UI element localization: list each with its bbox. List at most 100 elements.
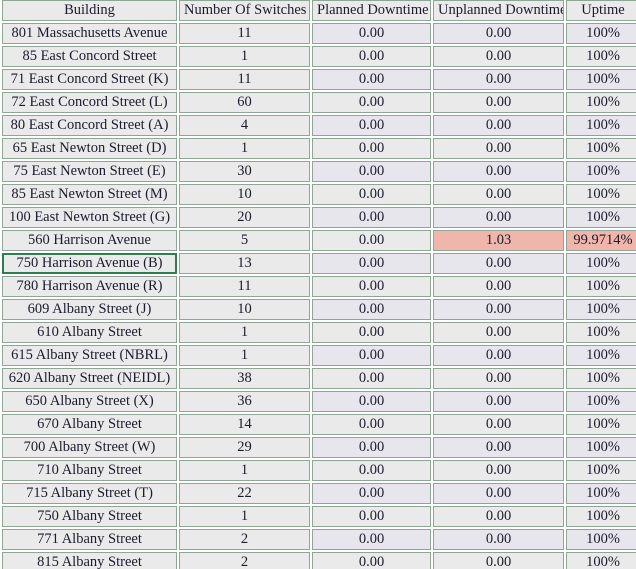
cell-unplanned[interactable]: 0.00 xyxy=(433,437,564,458)
cell-unplanned[interactable]: 0.00 xyxy=(433,253,564,274)
cell-building[interactable]: 609 Albany Street (J) xyxy=(2,299,177,320)
cell-switches[interactable]: 11 xyxy=(179,276,310,297)
cell-building[interactable]: 670 Albany Street xyxy=(2,414,177,435)
cell-building[interactable]: 71 East Concord Street (K) xyxy=(2,69,177,90)
cell-uptime[interactable]: 100% xyxy=(566,483,636,504)
cell-building[interactable]: 780 Harrison Avenue (R) xyxy=(2,276,177,297)
cell-switches[interactable]: 11 xyxy=(179,69,310,90)
cell-planned[interactable]: 0.00 xyxy=(312,276,431,297)
cell-building[interactable]: 560 Harrison Avenue xyxy=(2,230,177,251)
cell-switches[interactable]: 10 xyxy=(179,184,310,205)
cell-switches[interactable]: 30 xyxy=(179,161,310,182)
cell-unplanned[interactable]: 0.00 xyxy=(433,506,564,527)
cell-uptime[interactable]: 100% xyxy=(566,391,636,412)
column-header-building[interactable]: Building xyxy=(2,0,177,21)
table-row[interactable]: 65 East Newton Street (D) 1 0.00 0.00 100% xyxy=(2,138,636,159)
table-row[interactable]: 771 Albany Street 2 0.00 0.00 100% xyxy=(2,529,636,550)
table-row[interactable]: 780 Harrison Avenue (R) 11 0.00 0.00 100% xyxy=(2,276,636,297)
cell-building[interactable]: 85 East Newton Street (M) xyxy=(2,184,177,205)
cell-uptime-alert[interactable]: 99.9714% xyxy=(566,230,636,251)
cell-switches[interactable]: 1 xyxy=(179,138,310,159)
cell-uptime[interactable]: 100% xyxy=(566,299,636,320)
cell-planned[interactable]: 0.00 xyxy=(312,138,431,159)
cell-unplanned[interactable]: 0.00 xyxy=(433,115,564,136)
cell-building[interactable]: 72 East Concord Street (L) xyxy=(2,92,177,113)
cell-building[interactable]: 100 East Newton Street (G) xyxy=(2,207,177,228)
cell-unplanned[interactable]: 0.00 xyxy=(433,391,564,412)
cell-uptime[interactable]: 100% xyxy=(566,414,636,435)
cell-switches[interactable]: 60 xyxy=(179,92,310,113)
table-row[interactable]: 85 East Concord Street 1 0.00 0.00 100% xyxy=(2,46,636,67)
cell-planned[interactable]: 0.00 xyxy=(312,161,431,182)
table-row[interactable]: 670 Albany Street 14 0.00 0.00 100% xyxy=(2,414,636,435)
cell-building[interactable]: 65 East Newton Street (D) xyxy=(2,138,177,159)
cell-unplanned[interactable]: 0.00 xyxy=(433,483,564,504)
cell-switches[interactable]: 1 xyxy=(179,345,310,366)
cell-uptime[interactable]: 100% xyxy=(566,23,636,44)
cell-planned[interactable]: 0.00 xyxy=(312,92,431,113)
cell-switches[interactable]: 5 xyxy=(179,230,310,251)
cell-switches[interactable]: 1 xyxy=(179,46,310,67)
column-header-unplanned[interactable]: Unplanned Downtime xyxy=(433,0,564,21)
cell-unplanned[interactable]: 0.00 xyxy=(433,322,564,343)
cell-switches[interactable]: 1 xyxy=(179,460,310,481)
cell-building[interactable]: 710 Albany Street xyxy=(2,460,177,481)
cell-switches[interactable]: 20 xyxy=(179,207,310,228)
cell-planned[interactable]: 0.00 xyxy=(312,299,431,320)
cell-planned[interactable]: 0.00 xyxy=(312,483,431,504)
cell-uptime[interactable]: 100% xyxy=(566,276,636,297)
cell-building[interactable]: 750 Albany Street xyxy=(2,506,177,527)
cell-unplanned[interactable]: 0.00 xyxy=(433,368,564,389)
cell-building[interactable]: 615 Albany Street (NBRL) xyxy=(2,345,177,366)
table-row[interactable]: 100 East Newton Street (G) 20 0.00 0.00 100% xyxy=(2,207,636,228)
table-row[interactable]: 815 Albany Street 2 0.00 0.00 100% xyxy=(2,552,636,569)
table-row[interactable]: 85 East Newton Street (M) 10 0.00 0.00 100% xyxy=(2,184,636,205)
cell-switches[interactable]: 14 xyxy=(179,414,310,435)
cell-planned[interactable]: 0.00 xyxy=(312,322,431,343)
cell-uptime[interactable]: 100% xyxy=(566,552,636,569)
cell-planned[interactable]: 0.00 xyxy=(312,437,431,458)
cell-planned[interactable]: 0.00 xyxy=(312,414,431,435)
table-row[interactable]: 560 Harrison Avenue 5 0.00 1.03 99.9714% xyxy=(2,230,636,251)
cell-unplanned[interactable]: 0.00 xyxy=(433,23,564,44)
cell-planned[interactable]: 0.00 xyxy=(312,552,431,569)
cell-unplanned[interactable]: 0.00 xyxy=(433,529,564,550)
cell-switches[interactable]: 4 xyxy=(179,115,310,136)
table-row[interactable]: 610 Albany Street 1 0.00 0.00 100% xyxy=(2,322,636,343)
cell-building[interactable]: 620 Albany Street (NEIDL) xyxy=(2,368,177,389)
cell-uptime[interactable]: 100% xyxy=(566,368,636,389)
cell-uptime[interactable]: 100% xyxy=(566,138,636,159)
table-row[interactable]: 750 Albany Street 1 0.00 0.00 100% xyxy=(2,506,636,527)
table-row[interactable]: 75 East Newton Street (E) 30 0.00 0.00 100% xyxy=(2,161,636,182)
cell-unplanned[interactable]: 0.00 xyxy=(433,207,564,228)
cell-uptime[interactable]: 100% xyxy=(566,253,636,274)
table-row[interactable]: 72 East Concord Street (L) 60 0.00 0.00 100% xyxy=(2,92,636,113)
table-row[interactable]: 710 Albany Street 1 0.00 0.00 100% xyxy=(2,460,636,481)
cell-switches[interactable]: 22 xyxy=(179,483,310,504)
cell-building[interactable]: 85 East Concord Street xyxy=(2,46,177,67)
cell-unplanned[interactable]: 0.00 xyxy=(433,138,564,159)
cell-unplanned[interactable]: 0.00 xyxy=(433,276,564,297)
table-row[interactable]: 750 Harrison Avenue (B) 13 0.00 0.00 100% xyxy=(2,253,636,274)
table-row[interactable]: 715 Albany Street (T) 22 0.00 0.00 100% xyxy=(2,483,636,504)
cell-unplanned[interactable]: 0.00 xyxy=(433,552,564,569)
cell-building[interactable]: 610 Albany Street xyxy=(2,322,177,343)
cell-unplanned[interactable]: 0.00 xyxy=(433,46,564,67)
cell-planned[interactable]: 0.00 xyxy=(312,506,431,527)
table-row[interactable]: 700 Albany Street (W) 29 0.00 0.00 100% xyxy=(2,437,636,458)
table-row[interactable]: 71 East Concord Street (K) 11 0.00 0.00 100% xyxy=(2,69,636,90)
cell-planned[interactable]: 0.00 xyxy=(312,207,431,228)
cell-uptime[interactable]: 100% xyxy=(566,529,636,550)
cell-switches[interactable]: 1 xyxy=(179,322,310,343)
table-row[interactable]: 609 Albany Street (J) 10 0.00 0.00 100% xyxy=(2,299,636,320)
cell-switches[interactable]: 2 xyxy=(179,529,310,550)
cell-planned[interactable]: 0.00 xyxy=(312,529,431,550)
cell-uptime[interactable]: 100% xyxy=(566,506,636,527)
cell-planned[interactable]: 0.00 xyxy=(312,253,431,274)
cell-uptime[interactable]: 100% xyxy=(566,184,636,205)
cell-switches[interactable]: 38 xyxy=(179,368,310,389)
table-row[interactable]: 801 Massachusetts Avenue 11 0.00 0.00 100% xyxy=(2,23,636,44)
cell-switches[interactable]: 10 xyxy=(179,299,310,320)
table-row[interactable]: 650 Albany Street (X) 36 0.00 0.00 100% xyxy=(2,391,636,412)
cell-building[interactable]: 801 Massachusetts Avenue xyxy=(2,23,177,44)
